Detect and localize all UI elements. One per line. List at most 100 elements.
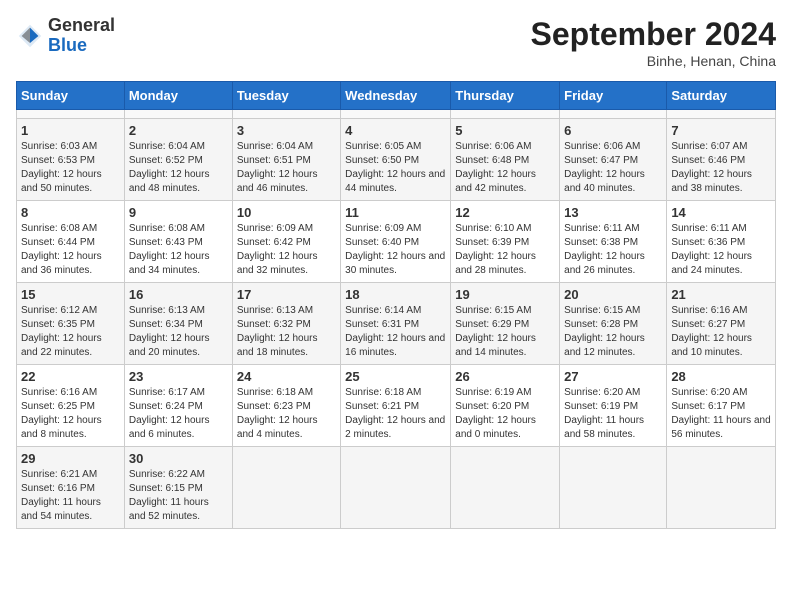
col-monday: Monday xyxy=(124,82,232,110)
day-info: Sunrise: 6:06 AM Sunset: 6:47 PM Dayligh… xyxy=(564,140,662,196)
day-number: 4 xyxy=(345,123,446,138)
calendar-week-5: 29Sunrise: 6:21 AM Sunset: 6:16 PM Dayli… xyxy=(17,447,776,529)
calendar-cell: 25Sunrise: 6:18 AM Sunset: 6:21 PM Dayli… xyxy=(341,365,451,447)
day-info: Sunrise: 6:20 AM Sunset: 6:19 PM Dayligh… xyxy=(564,386,662,442)
calendar-cell: 22Sunrise: 6:16 AM Sunset: 6:25 PM Dayli… xyxy=(17,365,125,447)
calendar-cell: 9 Sunrise: 6:08 AM Sunset: 6:43 PM Daylig… xyxy=(124,201,232,283)
calendar-cell: 4 Sunrise: 6:05 AM Sunset: 6:50 PM Daylig… xyxy=(341,119,451,201)
day-number: 9 xyxy=(129,205,228,220)
day-info: Sunrise: 6:08 AM Sunset: 6:44 PM Dayligh… xyxy=(21,222,120,278)
logo-blue-text: Blue xyxy=(48,35,87,55)
calendar-cell: 13 Sunrise: 6:11 AM Sunset: 6:38 PM Dayli… xyxy=(560,201,667,283)
day-info: Sunrise: 6:04 AM Sunset: 6:52 PM Dayligh… xyxy=(129,140,228,196)
calendar-cell: 11 Sunrise: 6:09 AM Sunset: 6:40 PM Dayli… xyxy=(341,201,451,283)
day-info: Sunrise: 6:17 AM Sunset: 6:24 PM Dayligh… xyxy=(129,386,228,442)
day-info: Sunrise: 6:22 AM Sunset: 6:15 PM Dayligh… xyxy=(129,468,228,524)
day-info: Sunrise: 6:07 AM Sunset: 6:46 PM Dayligh… xyxy=(671,140,771,196)
calendar-cell: 12Sunrise: 6:10 AM Sunset: 6:39 PM Dayli… xyxy=(451,201,560,283)
calendar-cell: 3Sunrise: 6:04 AM Sunset: 6:51 PM Daylig… xyxy=(232,119,340,201)
calendar-cell: 8 Sunrise: 6:08 AM Sunset: 6:44 PM Daylig… xyxy=(17,201,125,283)
day-info: Sunrise: 6:14 AM Sunset: 6:31 PM Dayligh… xyxy=(345,304,446,360)
day-number: 27 xyxy=(564,369,662,384)
calendar-cell: 29Sunrise: 6:21 AM Sunset: 6:16 PM Dayli… xyxy=(17,447,125,529)
day-number: 18 xyxy=(345,287,446,302)
calendar-week-0 xyxy=(17,110,776,119)
day-number: 25 xyxy=(345,369,446,384)
day-number: 17 xyxy=(237,287,336,302)
calendar-cell: 17Sunrise: 6:13 AM Sunset: 6:32 PM Dayli… xyxy=(232,283,340,365)
logo-icon xyxy=(16,22,44,50)
day-info: Sunrise: 6:09 AM Sunset: 6:40 PM Dayligh… xyxy=(345,222,446,278)
calendar-header: Sunday Monday Tuesday Wednesday Thursday… xyxy=(17,82,776,110)
day-number: 6 xyxy=(564,123,662,138)
calendar-cell xyxy=(124,110,232,119)
col-friday: Friday xyxy=(560,82,667,110)
calendar-cell: 1 Sunrise: 6:03 AM Sunset: 6:53 PM Daylig… xyxy=(17,119,125,201)
calendar-cell: 15 Sunrise: 6:12 AM Sunset: 6:35 PM Dayli… xyxy=(17,283,125,365)
calendar-cell: 2 Sunrise: 6:04 AM Sunset: 6:52 PM Daylig… xyxy=(124,119,232,201)
month-title: September 2024 xyxy=(531,16,776,53)
col-wednesday: Wednesday xyxy=(341,82,451,110)
calendar-cell xyxy=(667,110,776,119)
day-info: Sunrise: 6:18 AM Sunset: 6:23 PM Dayligh… xyxy=(237,386,336,442)
calendar-week-4: 22Sunrise: 6:16 AM Sunset: 6:25 PM Dayli… xyxy=(17,365,776,447)
logo: General Blue xyxy=(16,16,115,56)
day-info: Sunrise: 6:05 AM Sunset: 6:50 PM Dayligh… xyxy=(345,140,446,196)
col-thursday: Thursday xyxy=(451,82,560,110)
day-info: Sunrise: 6:11 AM Sunset: 6:38 PM Dayligh… xyxy=(564,222,662,278)
day-number: 14 xyxy=(671,205,771,220)
day-info: Sunrise: 6:08 AM Sunset: 6:43 PM Dayligh… xyxy=(129,222,228,278)
day-info: Sunrise: 6:19 AM Sunset: 6:20 PM Dayligh… xyxy=(455,386,555,442)
calendar-cell xyxy=(667,447,776,529)
header-row: Sunday Monday Tuesday Wednesday Thursday… xyxy=(17,82,776,110)
day-info: Sunrise: 6:12 AM Sunset: 6:35 PM Dayligh… xyxy=(21,304,120,360)
day-number: 19 xyxy=(455,287,555,302)
location-subtitle: Binhe, Henan, China xyxy=(531,53,776,69)
day-number: 11 xyxy=(345,205,446,220)
calendar-cell: 5Sunrise: 6:06 AM Sunset: 6:48 PM Daylig… xyxy=(451,119,560,201)
calendar-cell: 30 Sunrise: 6:22 AM Sunset: 6:15 PM Dayli… xyxy=(124,447,232,529)
calendar-cell: 18 Sunrise: 6:14 AM Sunset: 6:31 PM Dayli… xyxy=(341,283,451,365)
day-number: 2 xyxy=(129,123,228,138)
calendar-cell xyxy=(451,447,560,529)
day-number: 30 xyxy=(129,451,228,466)
day-number: 7 xyxy=(671,123,771,138)
calendar-cell: 19Sunrise: 6:15 AM Sunset: 6:29 PM Dayli… xyxy=(451,283,560,365)
logo-general-text: General xyxy=(48,15,115,35)
calendar-cell xyxy=(451,110,560,119)
day-info: Sunrise: 6:11 AM Sunset: 6:36 PM Dayligh… xyxy=(671,222,771,278)
calendar-cell xyxy=(341,447,451,529)
calendar-body: 1 Sunrise: 6:03 AM Sunset: 6:53 PM Daylig… xyxy=(17,110,776,529)
day-info: Sunrise: 6:15 AM Sunset: 6:28 PM Dayligh… xyxy=(564,304,662,360)
day-number: 13 xyxy=(564,205,662,220)
day-info: Sunrise: 6:06 AM Sunset: 6:48 PM Dayligh… xyxy=(455,140,555,196)
title-block: September 2024 Binhe, Henan, China xyxy=(531,16,776,69)
calendar-cell: 27 Sunrise: 6:20 AM Sunset: 6:19 PM Dayli… xyxy=(560,365,667,447)
col-saturday: Saturday xyxy=(667,82,776,110)
calendar-table: Sunday Monday Tuesday Wednesday Thursday… xyxy=(16,81,776,529)
day-number: 28 xyxy=(671,369,771,384)
day-number: 8 xyxy=(21,205,120,220)
calendar-cell xyxy=(560,110,667,119)
day-number: 1 xyxy=(21,123,120,138)
calendar-cell: 10Sunrise: 6:09 AM Sunset: 6:42 PM Dayli… xyxy=(232,201,340,283)
calendar-week-2: 8 Sunrise: 6:08 AM Sunset: 6:44 PM Daylig… xyxy=(17,201,776,283)
day-number: 10 xyxy=(237,205,336,220)
calendar-cell: 28 Sunrise: 6:20 AM Sunset: 6:17 PM Dayli… xyxy=(667,365,776,447)
day-number: 12 xyxy=(455,205,555,220)
day-number: 29 xyxy=(21,451,120,466)
calendar-cell: 23Sunrise: 6:17 AM Sunset: 6:24 PM Dayli… xyxy=(124,365,232,447)
day-number: 15 xyxy=(21,287,120,302)
calendar-week-1: 1 Sunrise: 6:03 AM Sunset: 6:53 PM Daylig… xyxy=(17,119,776,201)
day-info: Sunrise: 6:16 AM Sunset: 6:27 PM Dayligh… xyxy=(671,304,771,360)
calendar-cell: 7 Sunrise: 6:07 AM Sunset: 6:46 PM Daylig… xyxy=(667,119,776,201)
calendar-cell xyxy=(232,110,340,119)
day-info: Sunrise: 6:20 AM Sunset: 6:17 PM Dayligh… xyxy=(671,386,771,442)
day-number: 16 xyxy=(129,287,228,302)
calendar-cell: 6 Sunrise: 6:06 AM Sunset: 6:47 PM Daylig… xyxy=(560,119,667,201)
day-info: Sunrise: 6:03 AM Sunset: 6:53 PM Dayligh… xyxy=(21,140,120,196)
day-number: 21 xyxy=(671,287,771,302)
calendar-cell: 24Sunrise: 6:18 AM Sunset: 6:23 PM Dayli… xyxy=(232,365,340,447)
day-info: Sunrise: 6:04 AM Sunset: 6:51 PM Dayligh… xyxy=(237,140,336,196)
page-header: General Blue September 2024 Binhe, Henan… xyxy=(16,16,776,69)
